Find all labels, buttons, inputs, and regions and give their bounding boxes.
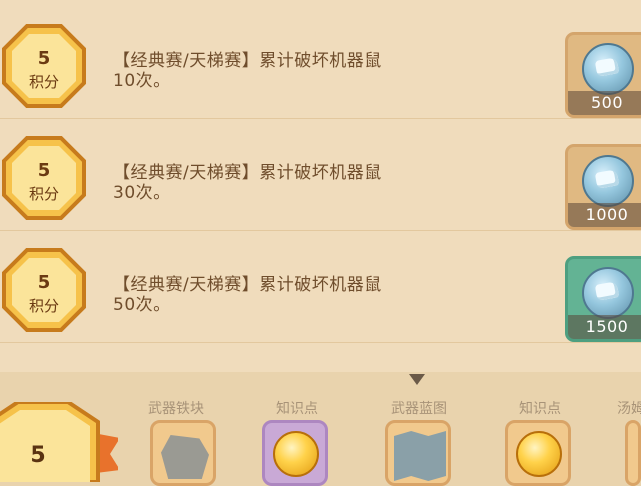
points-badge: 5 积分 [1, 135, 87, 221]
task-description-line2: 10次。 [113, 71, 171, 91]
item-slot-iron[interactable] [150, 420, 216, 486]
gold-orb-icon [273, 431, 319, 477]
points-unit: 积分 [28, 73, 59, 91]
reward-button[interactable]: 1500 [565, 256, 641, 342]
item-slot-blueprint[interactable] [385, 420, 451, 486]
task-description-line2: 30次。 [113, 183, 171, 203]
task-description-line2: 50次。 [113, 295, 171, 315]
item-slot-knowledge[interactable] [262, 420, 328, 486]
item-slot-knowledge[interactable] [505, 420, 571, 486]
task-row: 5 积分 【经典赛/天梯赛】累计破坏机器鼠 10次。 500 [0, 7, 641, 119]
item-slot-partial[interactable] [625, 420, 641, 486]
reward-button[interactable]: 500 [565, 32, 641, 118]
points-value: 5 [37, 272, 51, 293]
gold-orb-icon [516, 431, 562, 477]
reward-amount: 1000 [568, 203, 641, 227]
task-row: 5 积分 【经典赛/天梯赛】累计破坏机器鼠 30次。 1000 [0, 119, 641, 231]
task-row: 5 积分 【经典赛/天梯赛】累计破坏机器鼠 50次。 1500 [0, 231, 641, 343]
points-value: 5 [37, 48, 51, 69]
item-label: 汤姆 [617, 401, 641, 417]
bottom-points-value: 5 [30, 443, 46, 468]
item-label: 武器蓝图 [391, 401, 447, 417]
points-unit: 积分 [28, 297, 59, 315]
reward-amount: 500 [568, 91, 641, 115]
item-label: 武器铁块 [148, 401, 204, 417]
task-description-line1: 【经典赛/天梯赛】累计破坏机器鼠 [113, 163, 382, 183]
task-description-line1: 【经典赛/天梯赛】累计破坏机器鼠 [113, 275, 382, 295]
task-description-line1: 【经典赛/天梯赛】累计破坏机器鼠 [113, 51, 382, 71]
reward-amount: 1500 [568, 315, 641, 339]
silver-coin-icon [582, 43, 634, 95]
bottom-points-badge: 5 [0, 400, 120, 484]
task-description: 【经典赛/天梯赛】累计破坏机器鼠 30次。 [113, 163, 453, 203]
item-label: 知识点 [519, 401, 561, 417]
blueprint-map-icon [394, 431, 446, 481]
points-unit: 积分 [28, 185, 59, 203]
ribbon-badge-icon [0, 400, 120, 484]
points-badge: 5 积分 [1, 247, 87, 333]
task-list: 5 积分 【经典赛/天梯赛】累计破坏机器鼠 10次。 500 5 积分 【经典赛… [0, 0, 641, 372]
chevron-down-icon[interactable] [409, 374, 425, 385]
silver-coin-icon [582, 267, 634, 319]
reward-button[interactable]: 1000 [565, 144, 641, 230]
task-description: 【经典赛/天梯赛】累计破坏机器鼠 50次。 [113, 275, 453, 315]
item-label: 知识点 [276, 401, 318, 417]
iron-ore-icon [161, 435, 209, 479]
task-description: 【经典赛/天梯赛】累计破坏机器鼠 10次。 [113, 51, 453, 91]
silver-coin-icon [582, 155, 634, 207]
points-badge: 5 积分 [1, 23, 87, 109]
points-value: 5 [37, 160, 51, 181]
